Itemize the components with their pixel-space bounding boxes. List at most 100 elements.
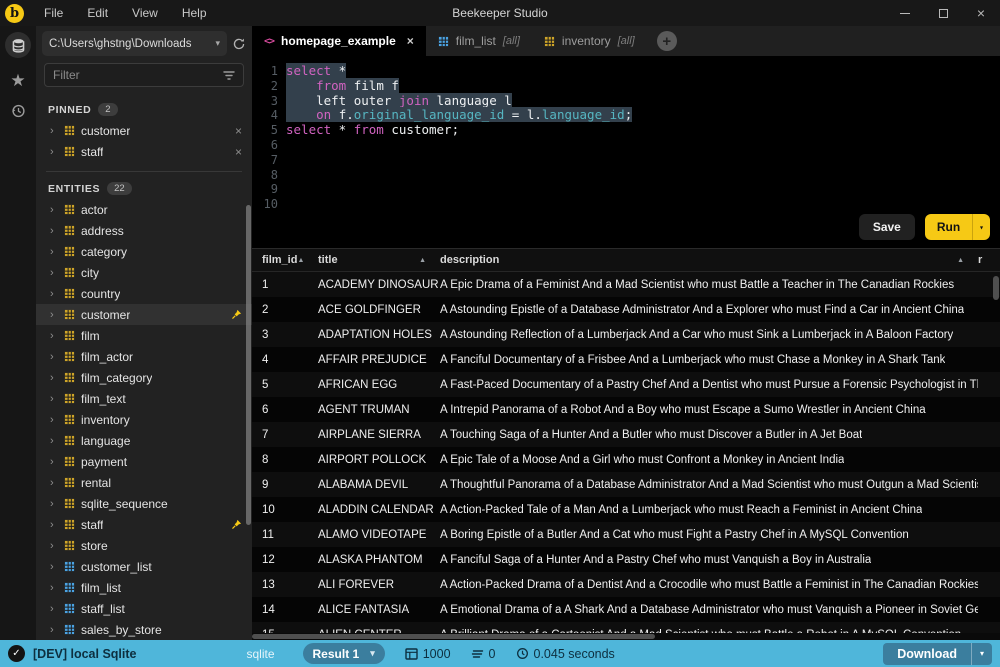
table-row[interactable]: 5AFRICAN EGGA Fast-Paced Documentary of … xyxy=(252,372,1000,397)
unpin-close-icon[interactable]: × xyxy=(235,124,242,138)
table-row[interactable]: 11ALAMO VIDEOTAPEA Boring Epistle of a B… xyxy=(252,522,1000,547)
chevron-right-icon[interactable]: › xyxy=(50,582,58,594)
chevron-right-icon[interactable]: › xyxy=(50,456,58,468)
close-icon[interactable]: × xyxy=(962,0,1000,26)
sort-asc-icon[interactable]: ▲ xyxy=(419,257,426,264)
pin-icon[interactable] xyxy=(231,519,242,530)
table-row[interactable]: 10ALADDIN CALENDARA Action-Packed Tale o… xyxy=(252,497,1000,522)
table-row[interactable]: 14ALICE FANTASIAA Emotional Drama of a A… xyxy=(252,597,1000,622)
refresh-icon[interactable] xyxy=(232,37,246,51)
table-row[interactable]: 9ALABAMA DEVILA Thoughtful Panorama of a… xyxy=(252,472,1000,497)
column-header-partial[interactable]: r xyxy=(978,254,1000,266)
maximize-icon[interactable] xyxy=(924,0,962,26)
chevron-right-icon[interactable]: › xyxy=(50,519,58,531)
entity-item-city[interactable]: ›city xyxy=(36,262,252,283)
chevron-right-icon[interactable]: › xyxy=(50,414,58,426)
table-row[interactable]: 6AGENT TRUMANA Intrepid Panorama of a Ro… xyxy=(252,397,1000,422)
table-row[interactable]: 8AIRPORT POLLOCKA Epic Tale of a Moose A… xyxy=(252,447,1000,472)
menu-edit[interactable]: Edit xyxy=(77,3,118,23)
entity-item-actor[interactable]: ›actor xyxy=(36,199,252,220)
chevron-right-icon[interactable]: › xyxy=(50,204,58,216)
entity-item-sqlite_sequence[interactable]: ›sqlite_sequence xyxy=(36,493,252,514)
download-options-caret[interactable]: ▾ xyxy=(971,643,992,665)
entity-item-category[interactable]: ›category xyxy=(36,241,252,262)
entity-item-customer[interactable]: ›customer xyxy=(36,304,252,325)
history-icon[interactable] xyxy=(10,103,26,122)
unpin-close-icon[interactable]: × xyxy=(235,145,242,159)
pinned-item-staff[interactable]: ›staff× xyxy=(36,141,252,162)
chevron-right-icon[interactable]: › xyxy=(50,435,58,447)
pinned-item-customer[interactable]: ›customer× xyxy=(36,120,252,141)
sort-asc-icon[interactable]: ▲ xyxy=(297,257,304,264)
chevron-right-icon[interactable]: › xyxy=(50,309,58,321)
run-button[interactable]: Run xyxy=(925,214,972,240)
close-tab-icon[interactable]: × xyxy=(407,34,414,48)
connection-dropdown[interactable]: C:\Users\ghstng\Downloads ▾ xyxy=(42,31,227,56)
tab-inventory[interactable]: inventory[all] xyxy=(532,26,647,56)
filter-input[interactable] xyxy=(53,68,223,82)
favorites-icon[interactable]: ★ xyxy=(10,72,25,89)
chevron-right-icon[interactable]: › xyxy=(50,146,58,158)
result-selector[interactable]: Result 1 ▾ xyxy=(303,643,385,664)
results-vertical-scrollbar[interactable] xyxy=(993,276,999,300)
entity-item-staff[interactable]: ›staff xyxy=(36,514,252,535)
sort-asc-icon[interactable]: ▲ xyxy=(957,257,964,264)
menu-file[interactable]: File xyxy=(34,3,73,23)
table-row[interactable]: 7AIRPLANE SIERRAA Touching Saga of a Hun… xyxy=(252,422,1000,447)
tab-film_list[interactable]: film_list[all] xyxy=(426,26,532,56)
table-row[interactable]: 13ALI FOREVERA Action-Packed Drama of a … xyxy=(252,572,1000,597)
chevron-right-icon[interactable]: › xyxy=(50,477,58,489)
filter-icon[interactable] xyxy=(223,70,235,81)
chevron-right-icon[interactable]: › xyxy=(50,393,58,405)
minimize-icon[interactable] xyxy=(886,0,924,26)
entity-item-film_list[interactable]: ›film_list xyxy=(36,577,252,598)
column-header-description[interactable]: description▲ xyxy=(440,254,978,266)
pin-icon[interactable] xyxy=(231,309,242,320)
sql-editor[interactable]: 12345678910 select * from film f left ou… xyxy=(252,56,1000,248)
chevron-right-icon[interactable]: › xyxy=(50,225,58,237)
chevron-right-icon[interactable]: › xyxy=(50,540,58,552)
entity-item-film_actor[interactable]: ›film_actor xyxy=(36,346,252,367)
entity-item-sales_by_store[interactable]: ›sales_by_store xyxy=(36,619,252,640)
entity-item-country[interactable]: ›country xyxy=(36,283,252,304)
sidebar-scrollbar[interactable] xyxy=(246,205,251,525)
table-row[interactable]: 2ACE GOLDFINGERA Astounding Epistle of a… xyxy=(252,297,1000,322)
entity-item-staff_list[interactable]: ›staff_list xyxy=(36,598,252,619)
table-row[interactable]: 3ADAPTATION HOLESA Astounding Reflection… xyxy=(252,322,1000,347)
table-row[interactable]: 4AFFAIR PREJUDICEA Fanciful Documentary … xyxy=(252,347,1000,372)
chevron-right-icon[interactable]: › xyxy=(50,288,58,300)
entity-item-language[interactable]: ›language xyxy=(36,430,252,451)
chevron-right-icon[interactable]: › xyxy=(50,372,58,384)
run-options-caret[interactable]: ▾ xyxy=(972,214,990,240)
download-button[interactable]: Download xyxy=(883,643,971,665)
entity-item-customer_list[interactable]: ›customer_list xyxy=(36,556,252,577)
entity-item-inventory[interactable]: ›inventory xyxy=(36,409,252,430)
database-panel-icon[interactable] xyxy=(5,32,31,58)
chevron-right-icon[interactable]: › xyxy=(50,603,58,615)
entity-item-film_text[interactable]: ›film_text xyxy=(36,388,252,409)
column-header-film_id[interactable]: film_id▲ xyxy=(252,254,318,266)
chevron-right-icon[interactable]: › xyxy=(50,624,58,636)
table-row[interactable]: 12ALASKA PHANTOMA Fanciful Saga of a Hun… xyxy=(252,547,1000,572)
chevron-right-icon[interactable]: › xyxy=(50,267,58,279)
results-horizontal-scrollbar[interactable] xyxy=(252,633,1000,640)
menu-help[interactable]: Help xyxy=(172,3,217,23)
new-tab-button[interactable]: + xyxy=(657,31,677,51)
chevron-right-icon[interactable]: › xyxy=(50,246,58,258)
chevron-right-icon[interactable]: › xyxy=(50,561,58,573)
entity-item-store[interactable]: ›store xyxy=(36,535,252,556)
entity-item-payment[interactable]: ›payment xyxy=(36,451,252,472)
chevron-right-icon[interactable]: › xyxy=(50,125,58,137)
entity-item-address[interactable]: ›address xyxy=(36,220,252,241)
entity-item-rental[interactable]: ›rental xyxy=(36,472,252,493)
chevron-right-icon[interactable]: › xyxy=(50,498,58,510)
entity-item-film[interactable]: ›film xyxy=(36,325,252,346)
tab-homepage_example[interactable]: <>homepage_example× xyxy=(252,26,426,56)
chevron-right-icon[interactable]: › xyxy=(50,330,58,342)
chevron-right-icon[interactable]: › xyxy=(50,351,58,363)
horizontal-scroll-thumb[interactable] xyxy=(252,634,655,639)
column-header-title[interactable]: title▲ xyxy=(318,254,440,266)
table-row[interactable]: 1ACADEMY DINOSAURA Epic Drama of a Femin… xyxy=(252,272,1000,297)
menu-view[interactable]: View xyxy=(122,3,168,23)
entity-item-film_category[interactable]: ›film_category xyxy=(36,367,252,388)
